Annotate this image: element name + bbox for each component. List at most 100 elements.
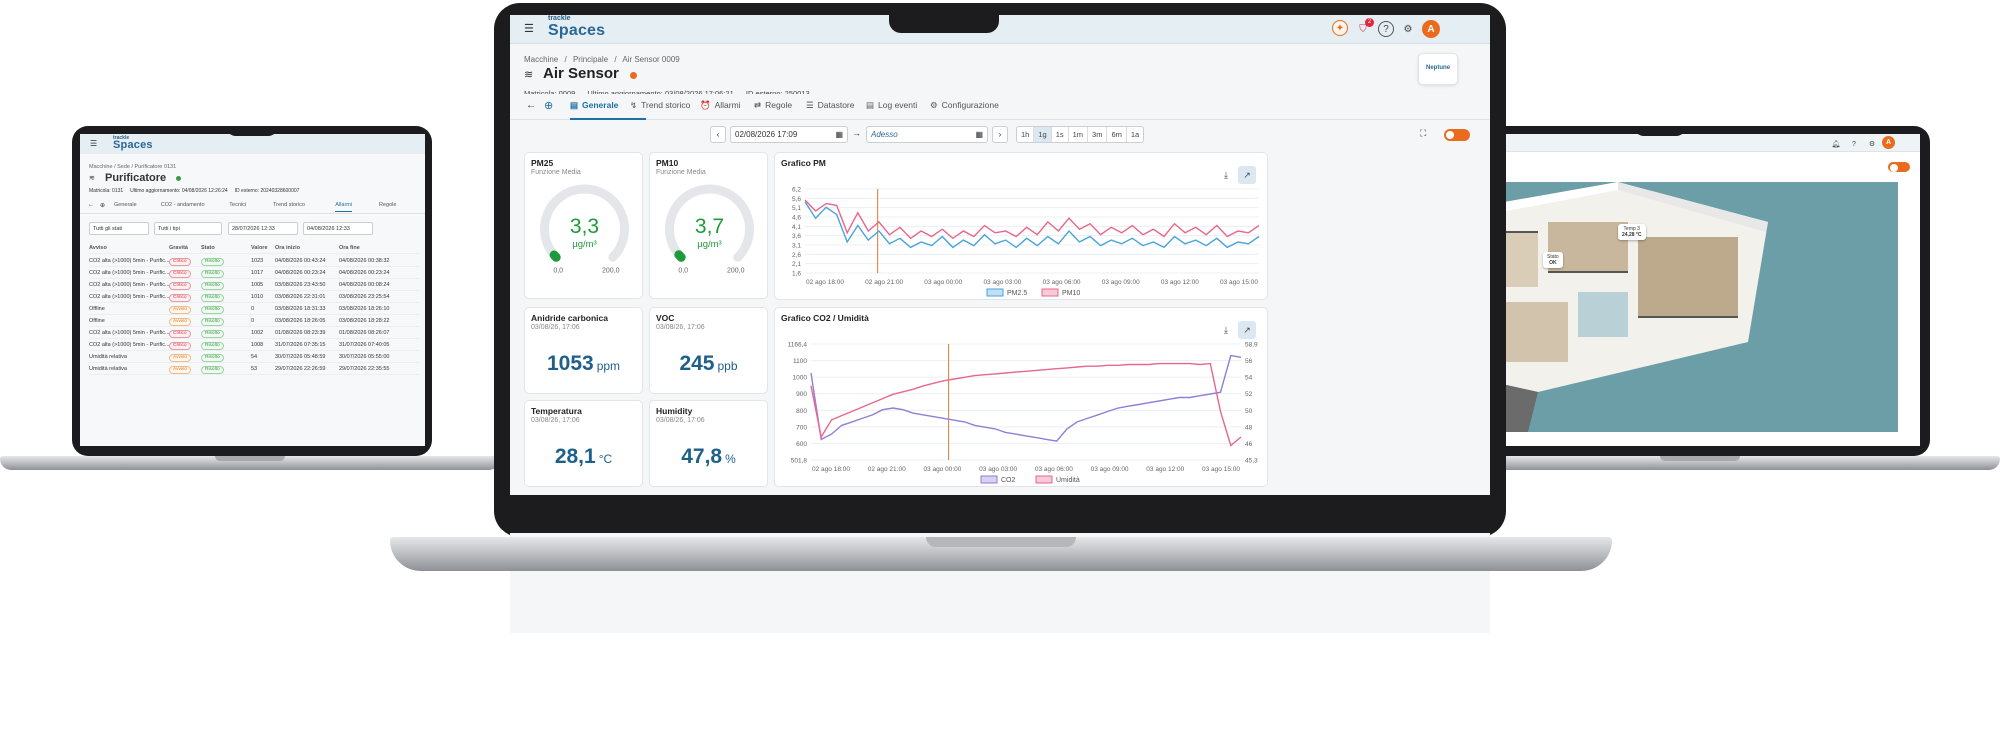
tab-regole[interactable]: ⇄ Regole — [754, 100, 792, 111]
settings-icon[interactable]: ⚙ — [1400, 21, 1416, 37]
column-header[interactable]: Gravità — [169, 245, 188, 251]
tab-datastore[interactable]: ☰ Datastore — [806, 100, 854, 111]
range-1s[interactable]: 1s — [1052, 127, 1069, 142]
left-add-icon[interactable]: ⊕ — [100, 202, 105, 209]
right-edit-toggle[interactable] — [1888, 162, 1910, 172]
left-tab[interactable]: CO2 - andamento — [161, 202, 205, 208]
table-row[interactable]: CO2 alta (>1000) 5min - Purific... Critic… — [89, 291, 419, 303]
y-tick-label: 3,1 — [792, 243, 801, 250]
gauge-value: 3,3 — [570, 215, 599, 238]
table-row[interactable]: Umidità relativa Avviso Risolto 53 29/07/202… — [89, 363, 419, 375]
legend-label[interactable]: PM10 — [1062, 290, 1080, 297]
range-6m[interactable]: 6m — [1107, 127, 1127, 142]
bell-icon[interactable]: 🔔︎ — [1828, 136, 1844, 152]
left-filter-value: 28/07/2026 12:33 — [232, 226, 275, 232]
x-tick-label: 03 ago 15:00 — [1220, 279, 1258, 286]
column-header[interactable]: Ora inizio — [275, 245, 300, 251]
range-1m[interactable]: 1m — [1069, 127, 1089, 142]
legend-swatch[interactable] — [1041, 288, 1059, 297]
column-header[interactable]: Stato — [201, 245, 215, 251]
range-3m[interactable]: 3m — [1088, 127, 1108, 142]
tab-configurazione[interactable]: ⚙ Configurazione — [930, 100, 999, 111]
left-filter[interactable]: Tutti i tipi — [154, 222, 222, 235]
gauge-max: 200,0 — [727, 267, 745, 274]
value-timestamp: 03/08/26, 17:06 — [656, 324, 705, 331]
x-tick-label: 03 ago 00:00 — [923, 466, 961, 473]
table-cell: 03/08/2026 18:28:22 — [339, 318, 390, 324]
assistant-icon[interactable]: ✦ — [1332, 20, 1348, 36]
floorplan-view: Temp 112,38 °CStatoOKTemp 324,28 °C — [1448, 182, 1898, 432]
legend-label[interactable]: CO2 — [1001, 477, 1016, 484]
left-tab[interactable]: Trend storico — [273, 202, 305, 208]
table-row[interactable]: CO2 alta (>1000) 5min - Purific... Critic… — [89, 339, 419, 351]
left-tab[interactable]: Generale — [114, 202, 137, 208]
tab-label: Trend storico — [641, 100, 691, 110]
table-row[interactable]: Offline Avviso Risolto 0 03/08/2026 18:31:33… — [89, 303, 419, 315]
legend-swatch[interactable] — [986, 288, 1004, 297]
column-header[interactable]: Valore — [251, 245, 268, 251]
add-icon[interactable]: ⊕ — [544, 99, 553, 112]
edit-toggle[interactable] — [1444, 129, 1470, 141]
range-1a[interactable]: 1a — [1127, 127, 1143, 142]
left-back-icon[interactable]: ← — [88, 202, 94, 208]
table-row[interactable]: Offline Avviso Risolto 0 03/08/2026 18:26:05… — [89, 315, 419, 327]
column-header[interactable]: Ora fine — [339, 245, 360, 251]
calendar-icon[interactable]: ▦ — [835, 130, 843, 139]
room-tag[interactable]: Temp 3 24,28 °C — [1618, 224, 1646, 240]
avatar[interactable]: A — [1422, 20, 1440, 38]
series-line-co2 — [810, 354, 1242, 442]
table-cell: 03/08/2026 22:31:01 — [275, 294, 326, 300]
calendar-icon[interactable]: ▦ — [975, 130, 983, 139]
gauge-card-pm25: PM25 Funzione Media 3,3 µg/m³ 0,0 200,0 — [524, 152, 643, 299]
back-icon[interactable]: ← — [526, 100, 536, 111]
x-tick-label: 02 ago 21:00 — [868, 466, 906, 473]
left-filter[interactable]: 04/08/2026 12:33 — [303, 222, 373, 235]
chart-title: Grafico PM — [781, 158, 826, 168]
y2-tick-label: 54 — [1245, 375, 1253, 382]
right-avatar[interactable]: A — [1882, 136, 1895, 149]
left-tab[interactable]: Tecnici — [229, 202, 246, 208]
table-cell: Critico — [169, 270, 191, 278]
breadcrumb-item[interactable]: Macchine — [524, 55, 558, 64]
value-card: Temperatura 03/08/26, 17:06 28,1 °C — [524, 400, 643, 487]
left-tab[interactable]: Regole — [379, 202, 396, 208]
next-range-button[interactable]: › — [992, 126, 1008, 143]
table-row[interactable]: CO2 alta (>1000) 5min - Purific... Critic… — [89, 279, 419, 291]
table-row[interactable]: Umidità relativa Avviso Risolto 54 30/07/202… — [89, 351, 419, 363]
legend-swatch[interactable] — [1035, 475, 1053, 484]
range-1h[interactable]: 1h — [1017, 127, 1035, 142]
tab-allarmi[interactable]: ⏰ Allarmi — [700, 100, 741, 111]
table-cell: Critico — [169, 294, 191, 302]
tab-generale[interactable]: ▤ Generale — [570, 100, 618, 111]
fullscreen-icon[interactable]: ⛶ — [1420, 128, 1426, 139]
date-to-input[interactable]: Adesso ▦ — [866, 126, 988, 143]
legend-swatch[interactable] — [980, 475, 998, 484]
menu-icon[interactable]: ☰ — [524, 22, 534, 35]
left-filter[interactable]: 28/07/2026 12:33 — [228, 222, 298, 235]
date-from-input[interactable]: 02/08/2026 17:09 ▦ — [730, 126, 848, 143]
prev-range-button[interactable]: ‹ — [710, 126, 726, 143]
x-tick-label: 02 ago 18:00 — [812, 466, 850, 473]
table-row[interactable]: CO2 alta (>1000) 5min - Purific... Critic… — [89, 255, 419, 267]
tab-icon: ☰ — [806, 100, 814, 110]
tab-trend-storico[interactable]: ↯ Trend storico — [630, 100, 690, 111]
settings-icon[interactable]: ⚙ — [1864, 136, 1880, 152]
help-icon[interactable]: ? — [1846, 136, 1862, 152]
right-screen: 🔔︎ ? ⚙ A Temp 112,38 °CStatoO — [1448, 134, 1920, 446]
menu-icon[interactable]: ☰ — [90, 139, 97, 148]
breadcrumb-item[interactable]: Principale — [573, 55, 608, 64]
notification-badge: 2 — [1365, 18, 1374, 27]
legend-label[interactable]: PM2.5 — [1007, 290, 1027, 297]
left-tab[interactable]: Allarmi — [335, 202, 353, 212]
help-icon[interactable]: ? — [1378, 21, 1394, 37]
table-cell: 1005 — [251, 282, 264, 288]
table-row[interactable]: CO2 alta (>1000) 5min - Purific... Critic… — [89, 327, 419, 339]
table-row[interactable]: CO2 alta (>1000) 5min - Purific... Critic… — [89, 267, 419, 279]
wifi-icon: ≋ — [524, 69, 534, 81]
tab-log-eventi[interactable]: ▤ Log eventi — [866, 100, 917, 111]
range-1g[interactable]: 1g — [1034, 127, 1052, 142]
room-tag[interactable]: Stato OK — [1543, 252, 1563, 268]
left-filter[interactable]: Tutti gli stati — [89, 222, 149, 235]
column-header[interactable]: Avviso — [89, 245, 107, 251]
legend-label[interactable]: Umidità — [1056, 477, 1080, 484]
